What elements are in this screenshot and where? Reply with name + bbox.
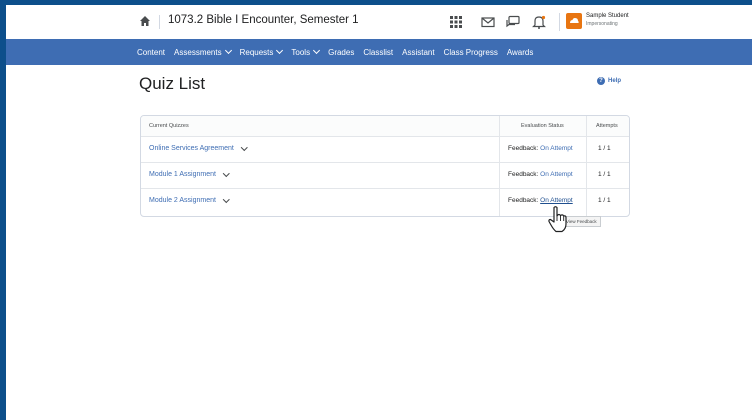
nav-items: Content Assessments Requests Tools Grades Cla… (137, 39, 542, 65)
waffle-grid-icon[interactable] (448, 14, 464, 30)
feedback-label: Feedback: (508, 197, 539, 204)
chat-icon[interactable] (505, 14, 521, 30)
quiz-table: Current Quizzes Evaluation Status Attemp… (140, 115, 630, 217)
feedback-link[interactable]: On Attempt (540, 145, 573, 152)
column-header-attempts: Attempts (596, 123, 618, 129)
bell-icon[interactable] (531, 14, 547, 30)
course-title[interactable]: 1073.2 Bible I Encounter, Semester 1 (168, 14, 359, 26)
evaluation-status: Feedback: On Attempt (508, 197, 573, 204)
top-header: 1073.2 Bible I Encounter, Semester 1 Sam… (6, 5, 752, 39)
app-frame: 1073.2 Bible I Encounter, Semester 1 Sam… (6, 5, 752, 420)
header-divider (159, 15, 160, 29)
nav-item-class-progress[interactable]: Class Progress (444, 48, 498, 57)
help-icon: ? (597, 77, 605, 85)
evaluation-status: Feedback: On Attempt (508, 171, 573, 178)
chevron-down-icon[interactable] (223, 195, 230, 203)
quiz-name[interactable]: Online Services Agreement (149, 145, 234, 152)
nav-item-tools[interactable]: Tools (291, 46, 321, 57)
attempts-count: 1 / 1 (598, 171, 611, 178)
quiz-name[interactable]: Module 2 Assignment (149, 197, 216, 204)
feedback-link-hovered[interactable]: On Attempt (540, 197, 573, 204)
quiz-name[interactable]: Module 1 Assignment (149, 171, 216, 178)
nav-item-assistant[interactable]: Assistant (402, 48, 434, 57)
table-header-row: Current Quizzes Evaluation Status Attemp… (141, 116, 629, 137)
chevron-down-icon (276, 46, 284, 55)
feedback-label: Feedback: (508, 145, 539, 152)
user-avatar-icon (570, 18, 579, 23)
nav-item-label: Content (137, 47, 166, 57)
home-icon[interactable] (139, 15, 151, 27)
nav-item-label: Tools (291, 47, 311, 57)
table-row: Online Services Agreement Feedback: On A… (141, 136, 629, 163)
quiz-link-module-2-assignment[interactable]: Module 2 Assignment (149, 195, 230, 204)
quiz-link-online-services-agreement[interactable]: Online Services Agreement (149, 143, 248, 152)
page-title: Quiz List (139, 74, 206, 93)
nav-item-label: Assistant (402, 47, 435, 57)
column-divider (499, 116, 500, 216)
table-row: Module 1 Assignment Feedback: On Attempt… (141, 162, 629, 189)
feedback-label: Feedback: (508, 171, 539, 178)
user-name[interactable]: Sample Student (586, 13, 629, 19)
tooltip: View Feedback (562, 216, 601, 227)
quiz-link-module-1-assignment[interactable]: Module 1 Assignment (149, 169, 230, 178)
column-header-current-quizzes: Current Quizzes (149, 123, 189, 129)
header-divider-right (559, 13, 560, 31)
nav-item-label: Grades (328, 47, 355, 57)
evaluation-status: Feedback: On Attempt (508, 145, 573, 152)
nav-item-content[interactable]: Content (137, 48, 165, 57)
column-header-evaluation-status: Evaluation Status (521, 123, 564, 129)
course-navbar: Content Assessments Requests Tools Grades Cla… (6, 39, 752, 65)
nav-item-classlist[interactable]: Classlist (363, 48, 393, 57)
nav-item-grades[interactable]: Grades (328, 48, 354, 57)
chevron-down-icon (224, 46, 232, 55)
avatar[interactable] (566, 13, 582, 29)
nav-item-label: Requests (239, 47, 274, 57)
mail-icon[interactable] (480, 14, 496, 30)
chevron-down-icon[interactable] (240, 143, 248, 151)
chevron-down-icon[interactable] (223, 169, 230, 177)
nav-item-assessments[interactable]: Assessments (174, 46, 232, 57)
nav-item-awards[interactable]: Awards (507, 48, 534, 57)
feedback-link[interactable]: On Attempt (540, 171, 573, 178)
nav-item-label: Classlist (363, 47, 394, 57)
nav-item-label: Assessments (174, 47, 222, 57)
hand-cursor-icon (548, 206, 567, 233)
column-divider (586, 116, 587, 216)
chevron-down-icon (313, 46, 321, 55)
user-role: Impersonating (586, 21, 618, 27)
nav-item-requests[interactable]: Requests (239, 46, 284, 57)
help-button[interactable]: ? Help (597, 77, 621, 85)
nav-item-label: Class Progress (443, 47, 498, 57)
help-label: Help (608, 78, 622, 84)
attempts-count: 1 / 1 (598, 145, 611, 152)
nav-item-label: Awards (506, 47, 534, 57)
attempts-count: 1 / 1 (598, 197, 611, 204)
